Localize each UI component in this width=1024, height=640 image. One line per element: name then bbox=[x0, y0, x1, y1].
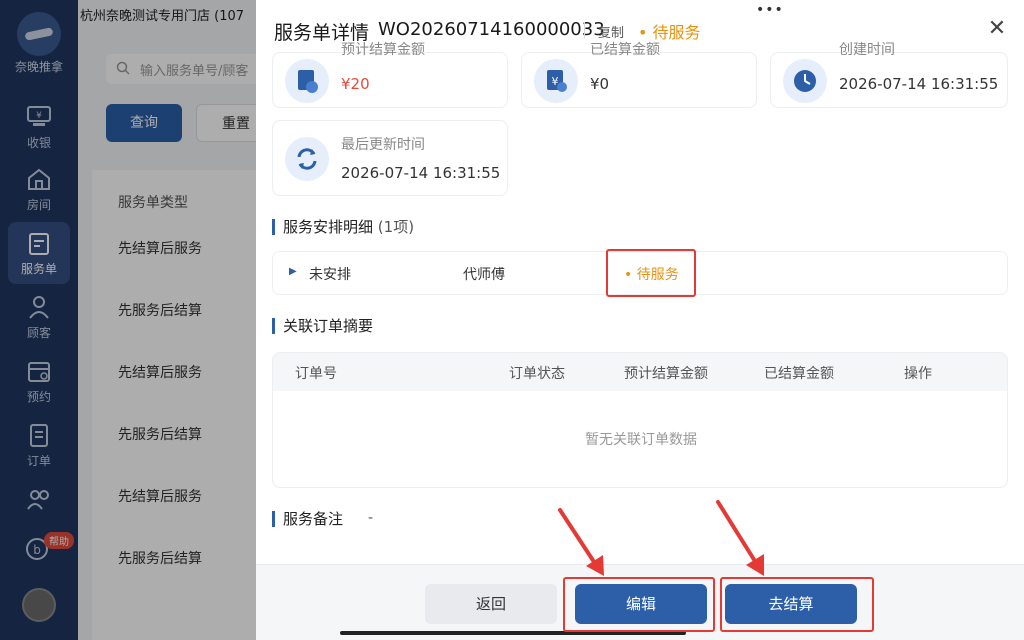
linked-orders-table: 订单号 订单状态 预计结算金额 已结算金额 操作 暂无关联订单数据 bbox=[272, 352, 1008, 488]
close-icon[interactable]: ✕ bbox=[984, 16, 1010, 42]
empty-state-text: 暂无关联订单数据 bbox=[585, 432, 697, 448]
arrangement-state: 未安排 bbox=[309, 267, 351, 283]
section-count: (1项) bbox=[377, 218, 415, 236]
stat-label: 预计结算金额 bbox=[341, 42, 425, 58]
stat-value: ¥20 bbox=[341, 75, 370, 93]
section-title-text: 服务安排明细 bbox=[283, 218, 374, 236]
column-header: 预计结算金额 bbox=[624, 366, 708, 382]
section-title-arrangement: 服务安排明细 (1项) bbox=[272, 219, 414, 235]
remark-value: - bbox=[368, 510, 374, 526]
back-button[interactable]: 返回 bbox=[425, 584, 557, 624]
section-title-linked-orders: 关联订单摘要 bbox=[272, 318, 373, 334]
stat-card-settled-amount: ¥ 已结算金额 ¥0 bbox=[521, 42, 757, 108]
modal-overlay[interactable] bbox=[0, 0, 256, 640]
stat-label: 最后更新时间 bbox=[341, 137, 425, 153]
column-header: 订单号 bbox=[295, 366, 337, 382]
table-header: 订单号 订单状态 预计结算金额 已结算金额 操作 bbox=[273, 353, 1007, 391]
column-header: 操作 bbox=[904, 366, 932, 382]
master-name: 代师傅 bbox=[463, 267, 505, 283]
section-title-remark: 服务备注 bbox=[272, 511, 343, 527]
yen-check-icon: ¥ bbox=[534, 59, 578, 103]
service-order-detail-drawer: ••• 服务单详情 WO20260714160000033 复制 • 待服务 ✕… bbox=[256, 0, 1024, 640]
order-number: WO20260714160000033 bbox=[378, 19, 605, 40]
highlight-box-edit bbox=[563, 577, 715, 632]
stat-label: 已结算金额 bbox=[590, 42, 660, 58]
refresh-icon bbox=[285, 137, 329, 181]
clock-icon bbox=[783, 59, 827, 103]
stat-label: 创建时间 bbox=[839, 42, 895, 58]
drag-handle-icon[interactable]: ••• bbox=[756, 2, 784, 18]
expand-caret-icon[interactable]: ▶ bbox=[289, 266, 297, 277]
stat-value: ¥0 bbox=[590, 75, 610, 93]
bill-icon bbox=[285, 59, 329, 103]
stat-card-created-time: 创建时间 2026-07-14 16:31:55 bbox=[770, 42, 1008, 108]
highlight-box-status bbox=[606, 249, 696, 297]
column-header: 已结算金额 bbox=[764, 366, 834, 382]
stat-value: 2026-07-14 16:31:55 bbox=[341, 164, 501, 182]
stat-card-updated-time: 最后更新时间 2026-07-14 16:31:55 bbox=[272, 120, 508, 196]
header-divider bbox=[584, 22, 585, 38]
stat-value: 2026-07-14 16:31:55 bbox=[839, 75, 999, 93]
column-header: 订单状态 bbox=[509, 366, 565, 382]
highlight-box-settle bbox=[720, 577, 874, 632]
stat-card-expected-amount: 预计结算金额 ¥20 bbox=[272, 42, 508, 108]
